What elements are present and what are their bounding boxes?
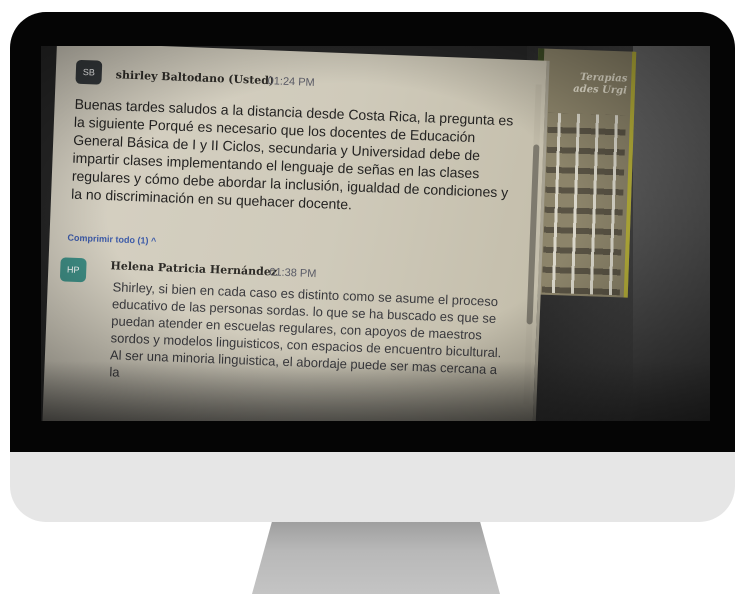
- post-body: Buenas tardes saludos a la distancia des…: [70, 95, 514, 213]
- scrollbar-thumb[interactable]: [526, 144, 540, 325]
- avatar: HP: [59, 257, 87, 283]
- avatar: SB: [75, 59, 103, 85]
- collapse-all-link[interactable]: Comprimir todo (1) ^: [67, 233, 156, 246]
- post-timestamp: 01:24 PM: [267, 75, 315, 89]
- poster-building-pattern: [541, 112, 627, 296]
- monitor-screen: Terapias ades Urgi SB shirley Baltodano …: [41, 46, 710, 421]
- screen-shadow: [41, 361, 710, 421]
- poster-text-line2: ades Urgi: [572, 83, 628, 97]
- monitor-stand: [252, 522, 500, 594]
- reply-author: Helena Patricia Hernández: [110, 259, 278, 279]
- reply-timestamp: 01:38 PM: [269, 266, 317, 281]
- monitor-bezel: Terapias ades Urgi SB shirley Baltodano …: [10, 12, 735, 452]
- post-author: shirley Baltodano (Usted): [115, 68, 275, 88]
- poster-text: Terapias ades Urgi: [547, 71, 628, 98]
